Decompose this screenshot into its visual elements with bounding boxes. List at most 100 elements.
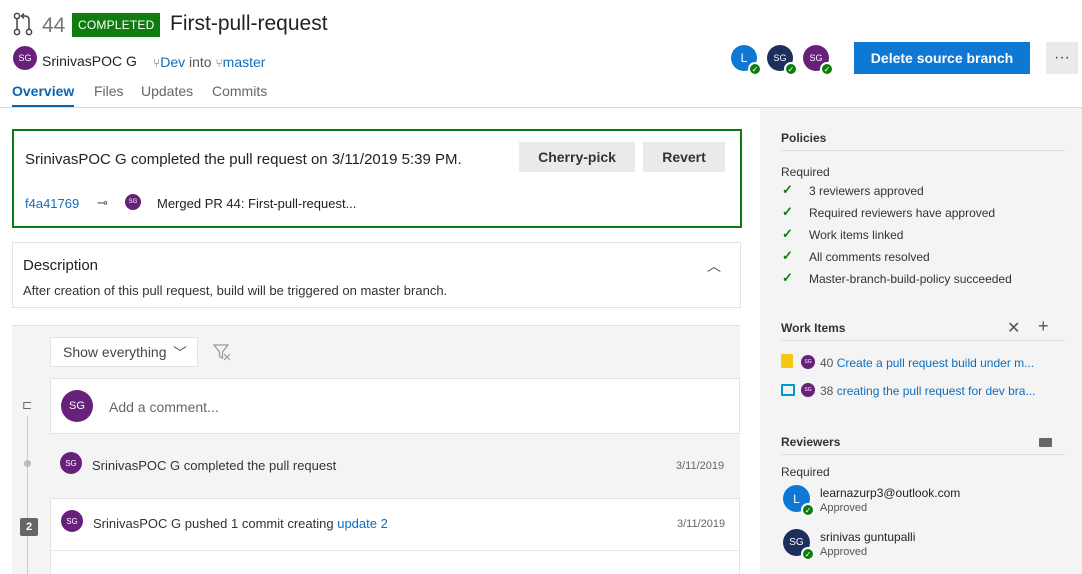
reviewer-name: srinivas guntupalli bbox=[820, 530, 916, 544]
work-item-number: 40 bbox=[820, 356, 834, 370]
policy-item: 3 reviewers approved bbox=[809, 184, 924, 198]
reviewer-avatar[interactable]: L ✓ bbox=[731, 45, 762, 76]
work-item-number: 38 bbox=[820, 384, 834, 398]
work-item-title: Create a pull request build under m... bbox=[836, 356, 1035, 370]
approved-check-icon: ✓ bbox=[801, 547, 815, 561]
divider bbox=[781, 454, 1065, 455]
mail-icon[interactable] bbox=[1039, 438, 1052, 447]
filter-dropdown-label: Show everything bbox=[63, 344, 167, 360]
check-icon: ✓ bbox=[782, 270, 793, 285]
policy-item: All comments resolved bbox=[809, 250, 930, 264]
merge-message: Merged PR 44: First-pull-request... bbox=[157, 196, 357, 211]
main-content: SrinivasPOC G completed the pull request… bbox=[0, 108, 760, 574]
description-title: Description bbox=[23, 257, 99, 274]
divider bbox=[51, 550, 739, 551]
right-panel: Policies Required ✓ 3 reviewers approved… bbox=[760, 108, 1082, 574]
comment-box[interactable]: SG Add a comment... bbox=[50, 378, 740, 434]
work-item-avatar: SG bbox=[801, 383, 815, 397]
status-badge: COMPLETED bbox=[72, 13, 161, 37]
pr-number: 44 bbox=[42, 14, 66, 37]
approved-check-icon: ✓ bbox=[784, 62, 798, 76]
cherry-pick-button[interactable]: Cherry-pick bbox=[519, 142, 635, 172]
avatar-initials: L bbox=[740, 51, 748, 65]
reviewer-status: Approved bbox=[820, 546, 868, 558]
policy-item: Required reviewers have approved bbox=[809, 206, 996, 220]
timeline-dot bbox=[24, 460, 31, 467]
reviewer-avatar[interactable]: SG ✓ bbox=[783, 529, 815, 561]
reviewer-avatar[interactable]: SG ✓ bbox=[767, 45, 798, 76]
approved-check-icon: ✓ bbox=[820, 62, 834, 76]
description-card: Description After creation of this pull … bbox=[12, 242, 741, 308]
source-branch-link[interactable]: Dev bbox=[160, 54, 185, 70]
work-item-link[interactable]: 40 Create a pull request build under m..… bbox=[820, 356, 1034, 370]
completion-banner: SrinivasPOC G completed the pull request… bbox=[12, 129, 742, 228]
avatar-initials: SG bbox=[773, 53, 787, 63]
target-branch-link[interactable]: master bbox=[223, 54, 266, 70]
work-item-title: creating the pull request for dev bra... bbox=[836, 384, 1036, 398]
chevron-down-icon: ﹀ bbox=[173, 345, 187, 361]
push-event-card: SG SrinivasPOC G pushed 1 commit creatin… bbox=[50, 498, 740, 574]
commit-icon: ⊸ bbox=[97, 195, 108, 210]
tab-updates[interactable]: Updates bbox=[141, 83, 193, 99]
commit-id-link[interactable]: f4a41769 bbox=[25, 196, 79, 211]
tab-commits[interactable]: Commits bbox=[212, 83, 267, 99]
build-policy-link[interactable]: Master-branch-build-policy succeeded bbox=[809, 272, 1012, 286]
policies-required-label: Required bbox=[781, 165, 830, 179]
filter-dropdown[interactable]: Show everything ﹀ bbox=[50, 337, 198, 367]
author-avatar: SG bbox=[13, 46, 37, 70]
clipboard-icon bbox=[781, 354, 793, 368]
tab-files[interactable]: Files bbox=[94, 83, 124, 99]
activity-feed: Show everything ﹀ ⊏ SG Add a comment... … bbox=[12, 325, 740, 574]
avatar-initials: SG bbox=[809, 53, 823, 63]
author-name: SrinivasPOC G bbox=[42, 53, 137, 69]
policies-title: Policies bbox=[781, 131, 827, 145]
chevron-up-icon[interactable]: ︿ bbox=[707, 256, 721, 276]
branch-info: ⑂Dev into ⑂master bbox=[153, 54, 265, 70]
reviewers-required-label: Required bbox=[781, 465, 830, 479]
close-icon[interactable]: ✕ bbox=[1007, 318, 1020, 338]
active-tab-indicator bbox=[12, 105, 74, 107]
avatar-initials: L bbox=[793, 491, 800, 506]
event-avatar: SG bbox=[60, 452, 82, 474]
check-icon: ✓ bbox=[782, 226, 793, 241]
pr-header: 44 COMPLETED First-pull-request SG Srini… bbox=[0, 0, 1082, 108]
approved-check-icon: ✓ bbox=[801, 503, 815, 517]
reviewer-status: Approved bbox=[820, 502, 868, 514]
push-event-text: SrinivasPOC G pushed 1 commit creating u… bbox=[93, 516, 388, 531]
more-actions-button[interactable]: ··· bbox=[1046, 42, 1078, 74]
reviewer-avatar[interactable]: L ✓ bbox=[783, 485, 815, 517]
pull-request-icon bbox=[13, 12, 33, 36]
work-items-title: Work Items bbox=[781, 321, 846, 335]
page-title: First-pull-request bbox=[170, 12, 328, 35]
work-item-avatar: SG bbox=[801, 355, 815, 369]
event-avatar: SG bbox=[61, 510, 83, 532]
merge-author-avatar: SG bbox=[125, 194, 141, 210]
add-icon[interactable]: + bbox=[1038, 316, 1049, 337]
work-item-link[interactable]: 38 creating the pull request for dev bra… bbox=[820, 384, 1035, 398]
tab-overview[interactable]: Overview bbox=[12, 83, 74, 99]
comment-avatar: SG bbox=[61, 390, 93, 422]
reviewer-avatar[interactable]: SG ✓ bbox=[803, 45, 834, 76]
update-number-badge: 2 bbox=[20, 518, 38, 536]
comment-icon: ⊏ bbox=[22, 398, 33, 412]
reviewer-name: learnazurp3@outlook.com bbox=[820, 486, 961, 500]
approved-check-icon: ✓ bbox=[748, 62, 762, 76]
book-icon bbox=[781, 384, 795, 396]
event-date: 3/11/2019 bbox=[676, 460, 725, 472]
event-text: SrinivasPOC G completed the pull request bbox=[92, 458, 337, 473]
check-icon: ✓ bbox=[782, 248, 793, 263]
divider bbox=[781, 340, 1065, 341]
completion-message: SrinivasPOC G completed the pull request… bbox=[25, 151, 462, 168]
reviewers-title: Reviewers bbox=[781, 435, 841, 449]
branch-icon: ⑂ bbox=[215, 56, 223, 70]
timeline-line bbox=[27, 416, 28, 574]
revert-button[interactable]: Revert bbox=[643, 142, 725, 172]
into-label: into bbox=[189, 54, 212, 70]
delete-source-branch-button[interactable]: Delete source branch bbox=[854, 42, 1030, 74]
divider bbox=[781, 150, 1065, 151]
check-icon: ✓ bbox=[782, 182, 793, 197]
avatar-initials: SG bbox=[789, 537, 804, 548]
check-icon: ✓ bbox=[782, 204, 793, 219]
filter-off-icon[interactable] bbox=[212, 343, 232, 361]
update-link[interactable]: update 2 bbox=[337, 516, 388, 531]
